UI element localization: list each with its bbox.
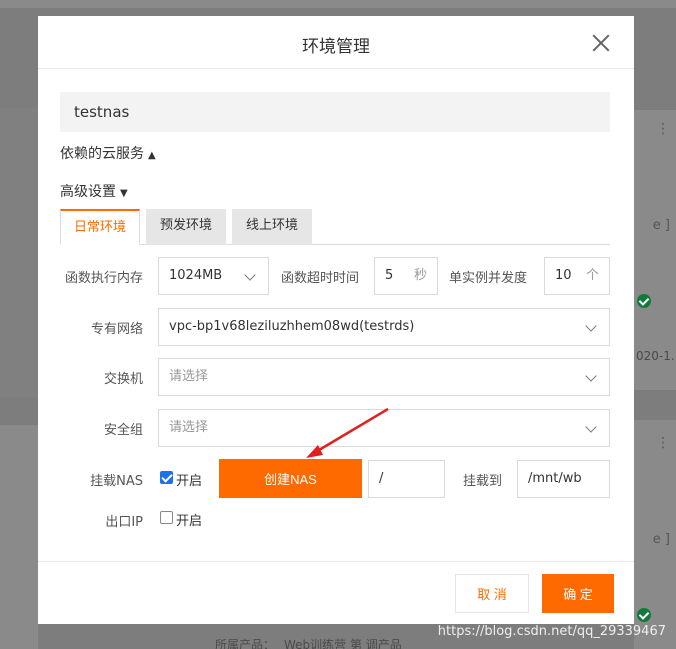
concurrency-unit: 个 xyxy=(585,268,599,283)
security-group-placeholder: 请选择 xyxy=(169,420,209,435)
vswitch-label: 交换机 xyxy=(103,372,143,387)
memory-label: 函数执行内存 xyxy=(64,271,143,286)
collapse-down-icon: ▼ xyxy=(120,188,128,199)
modal-header: 环境管理 xyxy=(38,16,634,69)
background-check-icon xyxy=(637,608,651,622)
background-more-icon: ⋮ xyxy=(656,121,670,137)
dependent-services-toggle[interactable]: 依赖的云服务 ▲ xyxy=(60,143,156,163)
background-text: 020-1... xyxy=(636,349,676,363)
timeout-label: 函数超时时间 xyxy=(280,271,359,286)
egress-ip-enable-label: 开启 xyxy=(176,514,203,529)
watermark: https://blog.csdn.net/qq_29339467 xyxy=(437,624,666,639)
background-text: 所属产品： xyxy=(215,638,276,649)
cancel-button[interactable]: 取 消 xyxy=(455,574,529,613)
dependent-services-label: 依赖的云服务 xyxy=(60,146,144,162)
chevron-down-icon xyxy=(585,370,597,382)
create-nas-button[interactable]: 创建NAS xyxy=(219,459,362,498)
timeout-value: 5 xyxy=(385,268,394,283)
chevron-down-icon xyxy=(244,269,256,281)
tab-pre[interactable]: 预发环境 xyxy=(146,209,226,245)
nas-label: 挂载NAS xyxy=(90,474,143,489)
expand-up-icon: ▲ xyxy=(148,150,156,161)
nas-enable-label: 开启 xyxy=(176,474,203,489)
nas-path-value: / xyxy=(379,471,384,486)
environment-name-input[interactable] xyxy=(60,92,610,132)
mount-path-value: /mnt/wb xyxy=(528,471,582,486)
concurrency-value: 10 xyxy=(555,268,572,283)
nas-path-input[interactable]: / xyxy=(368,460,445,498)
close-icon[interactable] xyxy=(592,34,610,52)
vswitch-placeholder: 请选择 xyxy=(169,369,209,384)
background-more-icon: ⋮ xyxy=(656,435,670,451)
egress-ip-label: 出口IP xyxy=(105,515,143,530)
footer-divider xyxy=(38,561,634,562)
background-check-icon xyxy=(637,294,651,308)
vswitch-select[interactable]: 请选择 xyxy=(158,358,610,396)
background-text: e ] xyxy=(652,532,670,547)
timeout-input[interactable]: 5 秒 xyxy=(374,257,438,295)
vpc-value: vpc-bp1v68leziluzhhem08wd(testrds) xyxy=(169,319,415,334)
security-group-select[interactable]: 请选择 xyxy=(158,409,610,447)
background-strip xyxy=(0,108,40,398)
confirm-button[interactable]: 确 定 xyxy=(542,574,614,613)
modal-title: 环境管理 xyxy=(302,37,370,57)
vpc-select[interactable]: vpc-bp1v68leziluzhhem08wd(testrds) xyxy=(158,308,610,346)
advanced-settings-label: 高级设置 xyxy=(60,184,116,200)
timeout-unit: 秒 xyxy=(413,268,427,283)
nas-enable-checkbox[interactable] xyxy=(160,471,173,484)
tab-online[interactable]: 线上环境 xyxy=(232,209,312,245)
background-text: e ] xyxy=(652,218,670,233)
vpc-label: 专有网络 xyxy=(90,322,143,337)
memory-select[interactable]: 1024MB xyxy=(158,257,269,295)
egress-ip-checkbox[interactable] xyxy=(160,511,173,524)
security-group-label: 安全组 xyxy=(103,423,143,438)
mount-to-label: 挂载到 xyxy=(462,474,502,489)
chevron-down-icon xyxy=(585,421,597,433)
advanced-settings-toggle[interactable]: 高级设置 ▼ xyxy=(60,181,128,201)
mount-path-input[interactable]: /mnt/wb xyxy=(517,460,610,498)
concurrency-label: 单实例并发度 xyxy=(448,271,527,286)
memory-value: 1024MB xyxy=(169,268,223,283)
background-card-left-2 xyxy=(0,425,38,649)
background-card-right-1 xyxy=(634,110,676,390)
chevron-down-icon xyxy=(585,320,597,332)
environment-tabs: 日常环境 预发环境 线上环境 xyxy=(60,209,610,245)
tab-daily[interactable]: 日常环境 xyxy=(60,209,140,245)
background-card-top xyxy=(0,0,676,8)
concurrency-input[interactable]: 10 个 xyxy=(544,257,610,295)
environment-modal: 环境管理 依赖的云服务 ▲ 高级设置 ▼ 日常环境 预发环境 线上环境 函数执行内存… xyxy=(38,16,634,624)
background-text: Web训练营 第 调产品 xyxy=(284,638,402,649)
